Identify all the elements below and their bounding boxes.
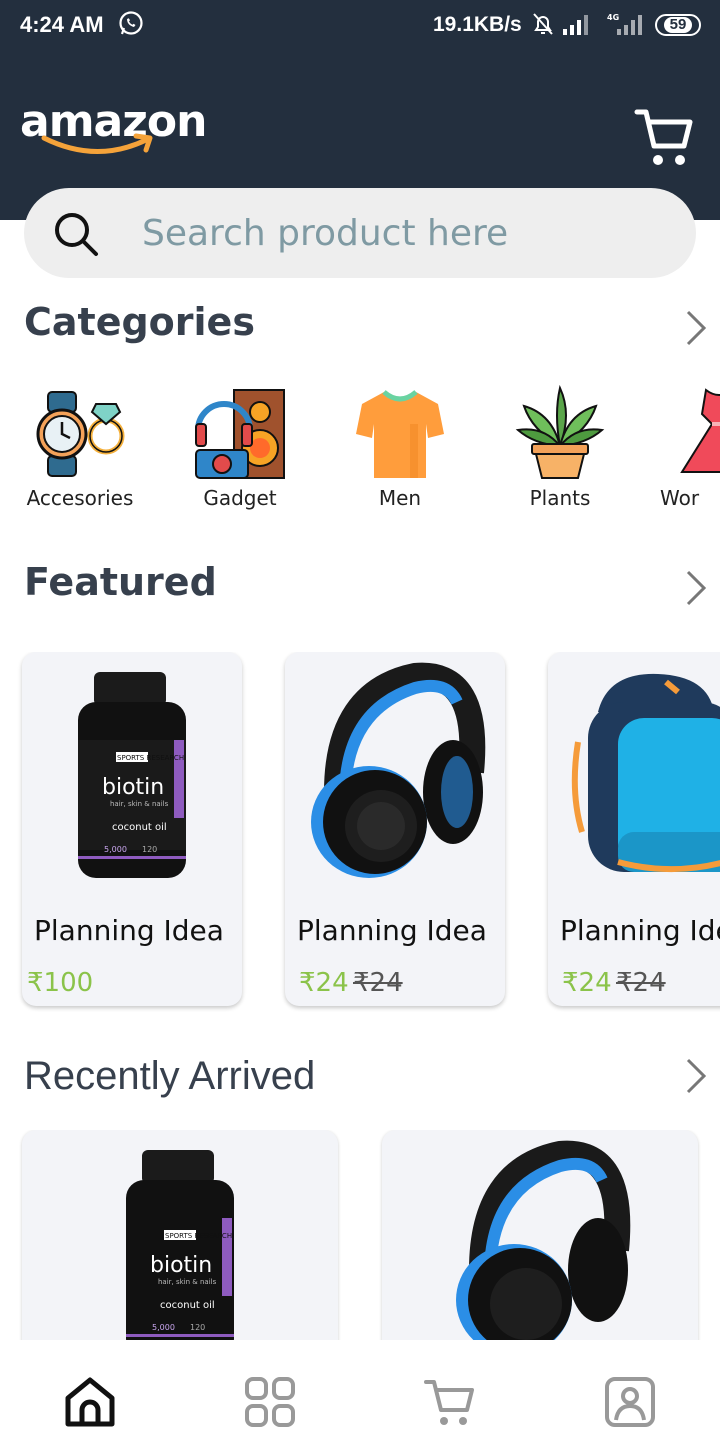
bottle-tagline: hair, skin & nails	[158, 1278, 217, 1286]
category-item-plants[interactable]: Plants	[490, 384, 630, 514]
product-card[interactable]: Planning Idea ₹24 ₹24	[548, 652, 720, 1006]
recently-arrived-title: Recently Arrived	[24, 1054, 316, 1098]
product-price: ₹100	[27, 968, 94, 998]
bottle-brand: SPORTS RESEARCH	[117, 754, 184, 762]
home-icon[interactable]	[64, 1376, 116, 1428]
bottom-navigation	[0, 1340, 720, 1440]
chevron-right-icon[interactable]	[684, 568, 708, 608]
product-old-price: ₹24	[353, 968, 403, 998]
chevron-right-icon[interactable]	[684, 1056, 708, 1096]
category-item-women[interactable]: Wor	[650, 384, 720, 514]
battery-level: 59	[663, 17, 693, 33]
product-name: Planning Idea	[560, 914, 720, 947]
status-time: 4:24 AM	[20, 12, 104, 37]
category-label: Wor	[660, 486, 700, 510]
bottle-product: biotin	[102, 775, 164, 800]
product-card[interactable]: SPORTS RESEARCH biotin hair, skin & nail…	[22, 652, 242, 1006]
product-name: Planning Idea	[34, 914, 224, 947]
category-label: Plants	[529, 486, 591, 510]
headphones-image	[456, 1140, 631, 1340]
plant-icon	[515, 384, 605, 479]
signal-icon	[563, 15, 588, 35]
app-header: 4:24 AM 19.1KB/s 4G 59 amazon	[0, 0, 720, 220]
featured-list: SPORTS RESEARCH biotin hair, skin & nail…	[0, 652, 720, 1012]
recent-list: SPORTS RESEARCH biotin hair, skin & nail…	[0, 1130, 720, 1340]
category-label: Men	[378, 486, 422, 510]
bottle-dose: 5,000	[152, 1323, 175, 1332]
dress-icon	[680, 388, 720, 473]
bottle-dose: 5,000	[104, 845, 127, 854]
logo-smile-icon	[41, 133, 153, 154]
bottle-product: biotin	[150, 1253, 212, 1278]
bottle-made-with: coconut oil	[160, 1300, 215, 1311]
category-item-accesories[interactable]: Accesories	[10, 384, 150, 514]
network-type-label: 4G	[607, 13, 619, 22]
signal-4g-icon: 4G	[607, 13, 642, 35]
recent-product-card[interactable]	[382, 1130, 698, 1340]
product-name: Planning Idea	[297, 914, 487, 947]
chevron-right-icon[interactable]	[684, 308, 708, 348]
grid-icon[interactable]	[244, 1376, 296, 1428]
search-icon[interactable]	[52, 210, 100, 258]
bottle-made-with: coconut oil	[112, 822, 167, 833]
cart-icon[interactable]	[634, 106, 694, 168]
category-label: Gadget	[203, 486, 277, 510]
backpack-image	[571, 673, 720, 873]
bottle-count: 120	[190, 1323, 205, 1332]
battery-indicator: 59	[655, 14, 701, 36]
profile-icon[interactable]	[604, 1376, 656, 1428]
category-item-gadget[interactable]: Gadget	[170, 384, 310, 514]
product-old-price: ₹24	[616, 968, 666, 998]
product-card[interactable]: Planning Idea ₹24 ₹24	[285, 652, 505, 1006]
bottle-count: 120	[142, 845, 157, 854]
tshirt-icon	[356, 390, 444, 478]
bottle-tagline: hair, skin & nails	[110, 800, 169, 808]
search-input[interactable]	[142, 206, 662, 260]
watch-ring-icon	[36, 391, 125, 477]
product-price: ₹24	[299, 968, 349, 998]
amazon-logo[interactable]: amazon	[20, 96, 207, 158]
cart-icon[interactable]	[424, 1376, 476, 1428]
featured-title: Featured	[24, 560, 217, 604]
biotin-bottle-image: SPORTS RESEARCH biotin hair, skin & nail…	[126, 1150, 234, 1340]
category-label: Accesories	[26, 486, 134, 510]
product-price: ₹24	[562, 968, 612, 998]
bell-muted-icon	[533, 13, 553, 35]
headphones-image	[311, 662, 486, 878]
gadget-icon	[195, 389, 285, 479]
categories-title: Categories	[24, 300, 255, 344]
status-bar: 4:24 AM 19.1KB/s 4G 59	[0, 0, 720, 52]
biotin-bottle-image: SPORTS RESEARCH biotin hair, skin & nail…	[78, 672, 186, 878]
network-speed: 19.1KB/s	[433, 13, 522, 36]
bottle-brand: SPORTS RESEARCH	[165, 1232, 232, 1240]
category-list: Accesories Gadget Men Plants Wor	[0, 384, 720, 514]
category-item-men[interactable]: Men	[330, 384, 470, 514]
search-bar[interactable]	[24, 188, 696, 278]
recent-product-card[interactable]: SPORTS RESEARCH biotin hair, skin & nail…	[22, 1130, 338, 1340]
whatsapp-icon	[119, 11, 143, 35]
